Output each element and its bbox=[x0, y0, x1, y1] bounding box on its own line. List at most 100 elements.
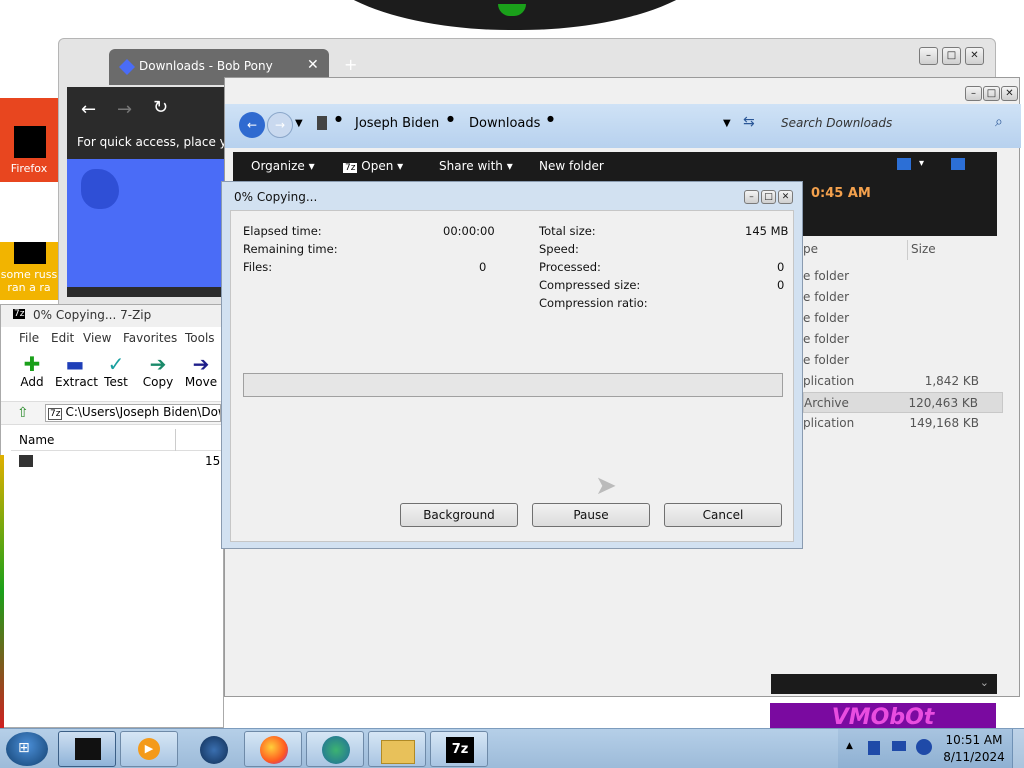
copy-button[interactable]: ➔ Copy bbox=[139, 353, 177, 389]
list-item-selected[interactable]: Archive 120,463 KB bbox=[803, 392, 1003, 413]
list-item[interactable]: e folder bbox=[803, 350, 1003, 371]
extract-button[interactable]: ▬ Extract bbox=[55, 353, 98, 389]
share-with-button[interactable]: Share with ▾ bbox=[439, 159, 513, 173]
list-item[interactable]: e folder bbox=[803, 329, 1003, 350]
pause-button[interactable]: Pause bbox=[532, 503, 650, 527]
new-tab-banner bbox=[67, 159, 227, 287]
progress-bar bbox=[243, 373, 783, 397]
reload-icon[interactable]: ↻ bbox=[153, 97, 168, 118]
close-button[interactable]: ✕ bbox=[778, 190, 793, 204]
share-with-label: Share with bbox=[439, 159, 503, 173]
preview-pane-icon[interactable] bbox=[951, 158, 965, 170]
tab-close-icon[interactable]: ✕ bbox=[307, 57, 319, 73]
desktop-icon-label: some russ ran a ra bbox=[0, 268, 58, 294]
list-item[interactable]: plication 1,842 KB bbox=[803, 371, 1003, 392]
forward-icon[interactable]: → bbox=[117, 99, 132, 120]
globe-icon bbox=[200, 736, 228, 764]
download-manager-icon bbox=[322, 736, 350, 764]
menu-view[interactable]: View bbox=[83, 331, 111, 345]
explorer-dropdown[interactable]: ⌄ bbox=[771, 674, 997, 694]
cancel-button[interactable]: Cancel bbox=[664, 503, 782, 527]
minimize-button[interactable]: – bbox=[919, 47, 938, 65]
desktop-icon-label: Firefox bbox=[10, 162, 48, 175]
open-button[interactable]: 7z Open ▾ bbox=[343, 159, 403, 173]
column-size[interactable]: Size bbox=[911, 242, 936, 256]
add-button[interactable]: ✚ Add bbox=[15, 353, 49, 389]
elapsed-label: Elapsed time: bbox=[243, 224, 322, 238]
tray-expand-icon[interactable]: ▲ bbox=[846, 741, 853, 751]
breadcrumb-item[interactable]: Downloads bbox=[469, 116, 540, 131]
maximize-button[interactable]: □ bbox=[942, 47, 961, 65]
minimize-button[interactable]: – bbox=[965, 86, 982, 101]
remaining-label: Remaining time: bbox=[243, 242, 338, 256]
close-button[interactable]: ✕ bbox=[965, 47, 984, 65]
forward-icon[interactable]: → bbox=[267, 112, 293, 138]
taskbar-item-explorer[interactable] bbox=[368, 731, 426, 767]
table-row[interactable]: 152 bbox=[11, 453, 228, 471]
start-button[interactable]: ⊞ bbox=[6, 732, 48, 766]
tray-app-icon[interactable] bbox=[868, 741, 880, 755]
minimize-button[interactable]: – bbox=[744, 190, 759, 204]
taskbar-time[interactable]: 10:51 AM bbox=[942, 733, 1006, 747]
file-icon bbox=[19, 455, 33, 467]
list-item[interactable]: e folder bbox=[803, 266, 1003, 287]
copy-dialog[interactable]: 0% Copying... – □ ✕ Elapsed time: 00:00:… bbox=[221, 181, 803, 549]
taskbar-item-firefox[interactable] bbox=[244, 731, 302, 767]
maximize-button[interactable]: □ bbox=[983, 86, 1000, 101]
new-folder-button[interactable]: New folder bbox=[539, 159, 604, 173]
organize-button[interactable]: Organize ▾ bbox=[251, 159, 315, 173]
chevron-down-icon[interactable]: ⌄ bbox=[980, 676, 989, 689]
taskbar-item-terminal[interactable] bbox=[58, 731, 116, 767]
taskbar-item-media[interactable]: ▶ bbox=[120, 731, 178, 767]
row-size: 149,168 KB bbox=[909, 416, 979, 430]
search-input[interactable]: Search Downloads bbox=[781, 116, 892, 130]
test-label: Test bbox=[104, 375, 128, 389]
view-icon[interactable] bbox=[897, 158, 911, 170]
menu-tools[interactable]: Tools bbox=[185, 331, 215, 345]
desktop-icon-document[interactable]: some russ ran a ra bbox=[0, 242, 58, 300]
network-icon[interactable] bbox=[892, 741, 906, 751]
refresh-icon[interactable]: ⇆ bbox=[743, 114, 755, 130]
list-item[interactable]: e folder bbox=[803, 308, 1003, 329]
new-tab-button[interactable]: + bbox=[344, 55, 357, 74]
test-button[interactable]: ✓ Test bbox=[99, 353, 133, 389]
background-button[interactable]: Background bbox=[400, 503, 518, 527]
sevenzip-titlebar: 7z 0% Copying... 7-Zip bbox=[1, 305, 223, 327]
close-button[interactable]: ✕ bbox=[1001, 86, 1018, 101]
chevron-down-icon[interactable]: ▼ bbox=[295, 118, 303, 129]
chevron-down-icon[interactable]: ▾ bbox=[919, 158, 924, 169]
taskbar-item-download-manager[interactable] bbox=[306, 731, 364, 767]
list-item[interactable]: e folder bbox=[803, 287, 1003, 308]
chevron-down-icon[interactable]: ▼ bbox=[723, 118, 731, 129]
row-type: Archive bbox=[804, 396, 849, 410]
system-tray: ▲ 10:51 AM 8/11/2024 bbox=[838, 729, 1024, 768]
breadcrumb-item[interactable]: Joseph Biden bbox=[355, 116, 439, 131]
search-icon[interactable]: ⌕ bbox=[995, 114, 1003, 130]
path-input[interactable]: 7z C:\Users\Joseph Biden\Down bbox=[45, 404, 221, 422]
sevenzip-window[interactable]: 7z 0% Copying... 7-Zip File Edit View Fa… bbox=[0, 304, 228, 728]
column-type[interactable]: pe bbox=[803, 242, 818, 256]
volume-icon[interactable] bbox=[916, 739, 932, 755]
tab-title: Downloads - Bob Pony bbox=[139, 59, 273, 73]
firefox-icon bbox=[260, 736, 288, 764]
move-button[interactable]: ➔ Move bbox=[181, 353, 221, 389]
taskbar-item-sevenzip[interactable]: 7z bbox=[430, 731, 488, 767]
separator-icon: ● bbox=[335, 114, 342, 123]
back-icon[interactable]: ← bbox=[239, 112, 265, 138]
row-size: 1,842 KB bbox=[924, 374, 979, 388]
desktop-icon-firefox[interactable]: Firefox bbox=[0, 98, 58, 182]
list-item[interactable]: plication 149,168 KB bbox=[803, 413, 1003, 434]
maximize-button[interactable]: □ bbox=[761, 190, 776, 204]
menu-edit[interactable]: Edit bbox=[51, 331, 74, 345]
menu-favorites[interactable]: Favorites bbox=[123, 331, 177, 345]
column-name[interactable]: Name bbox=[19, 433, 54, 447]
taskbar-item-browser[interactable] bbox=[182, 731, 240, 767]
total-size-value: 145 MB bbox=[745, 224, 789, 238]
taskbar-date[interactable]: 8/11/2024 bbox=[942, 750, 1006, 764]
back-icon[interactable]: ← bbox=[81, 99, 96, 120]
show-desktop-button[interactable] bbox=[1012, 729, 1024, 768]
menu-file[interactable]: File bbox=[19, 331, 39, 345]
row-type: plication bbox=[803, 416, 855, 430]
up-folder-icon[interactable]: ⇧ bbox=[17, 405, 29, 421]
folder-icon bbox=[317, 116, 327, 130]
